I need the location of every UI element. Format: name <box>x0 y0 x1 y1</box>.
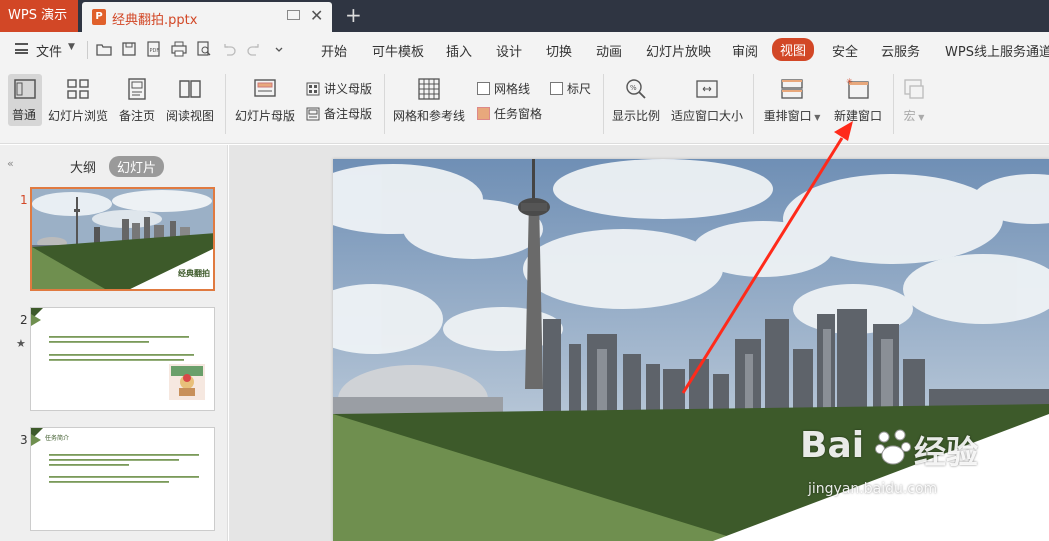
annotation-arrow <box>681 121 853 394</box>
